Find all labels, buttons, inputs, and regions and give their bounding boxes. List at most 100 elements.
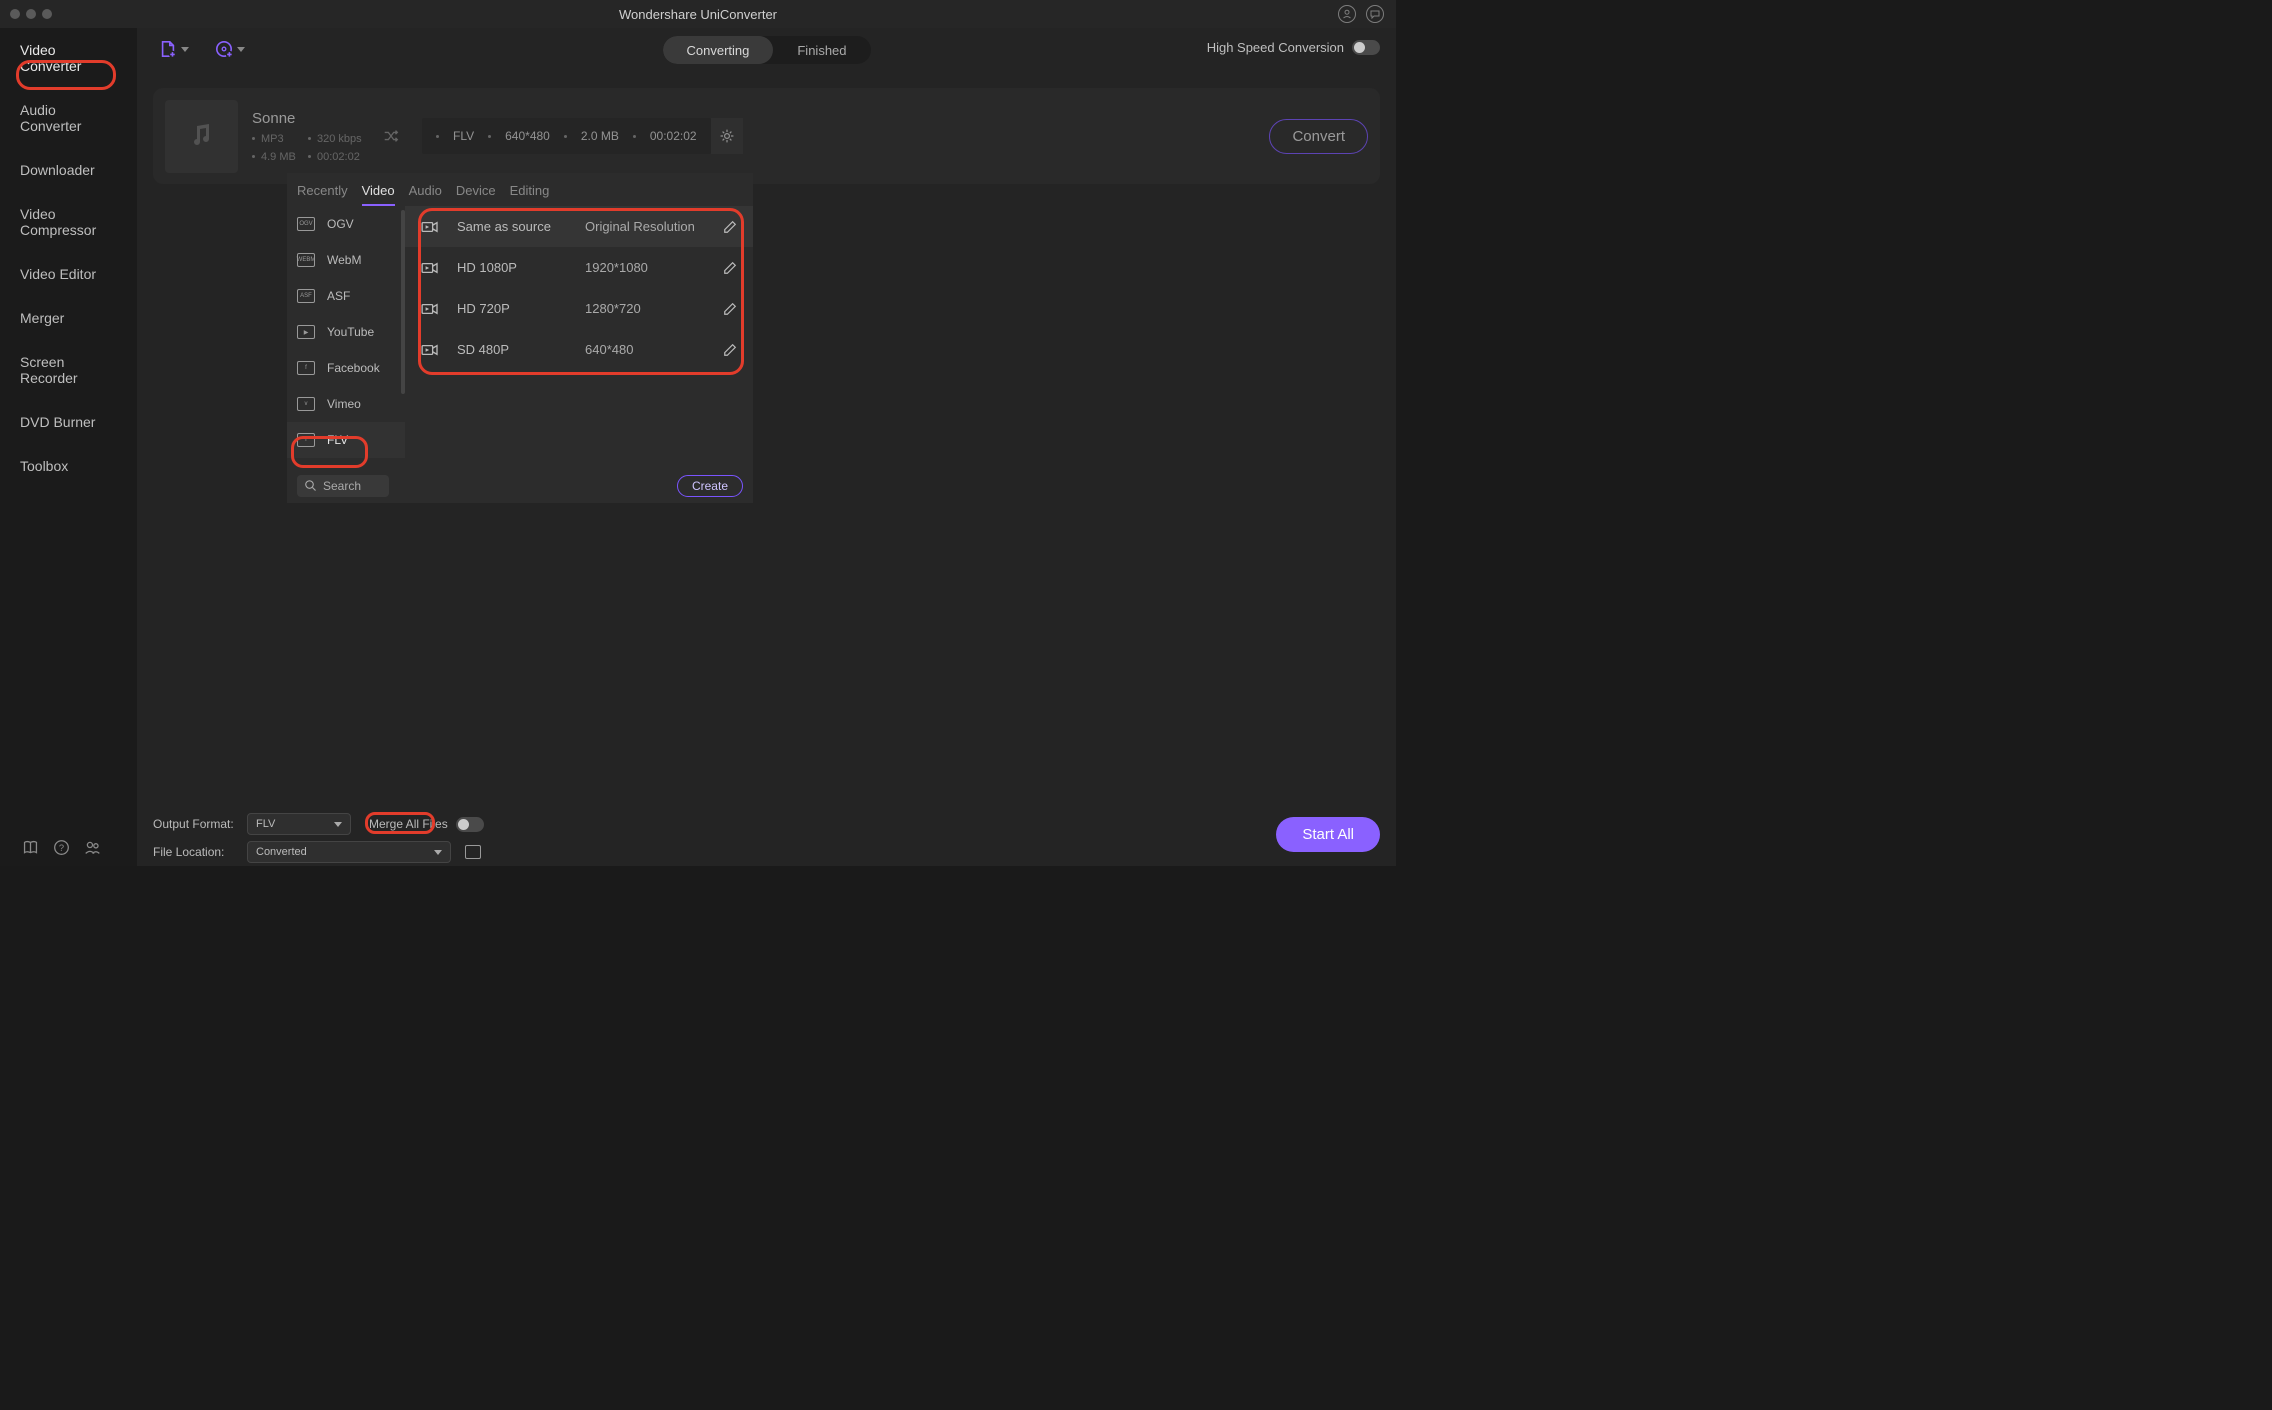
format-item-facebook[interactable]: fFacebook [287,350,405,386]
tab-converting[interactable]: Converting [662,36,773,64]
format-item-vimeo[interactable]: vVimeo [287,386,405,422]
convert-button[interactable]: Convert [1269,119,1368,154]
chevron-down-icon [334,822,342,827]
segment-tabs: Converting Finished [662,36,870,64]
help-icon[interactable]: ? [53,839,70,856]
window-traffic-lights [10,9,52,19]
book-icon[interactable] [22,839,39,856]
picker-tab-label: Recently [297,183,348,198]
picker-tab-video[interactable]: Video [362,179,395,206]
resolution-item-1080p[interactable]: HD 1080P 1920*1080 [405,247,753,288]
format-item-webm[interactable]: WEBM WebM [287,242,405,278]
format-list[interactable]: OGVOGV WEBM WebM ASFASF ▶YouTube fFaceboo… [287,206,405,469]
create-label: Create [692,479,728,493]
out-format: FLV [453,129,474,143]
media-card[interactable]: Sonne MP3 320 kbps 4.9 MB 00:02:02 FLV 6… [153,88,1380,184]
edit-icon[interactable] [723,220,737,234]
toggle-knob [1354,42,1365,53]
format-icon: ASF [297,289,315,303]
tab-finished[interactable]: Finished [773,36,870,64]
sidebar-item-label: Merger [20,310,64,326]
start-all-button[interactable]: Start All [1276,817,1380,852]
picker-tab-recently[interactable]: Recently [297,179,348,206]
sidebar-item-audio-converter[interactable]: Audio Converter [0,88,137,148]
format-picker-popup: Recently Video Audio Device Editing OGVO… [287,173,753,503]
sidebar-item-screen-recorder[interactable]: Screen Recorder [0,340,137,400]
picker-tab-audio[interactable]: Audio [409,179,442,206]
video-icon [421,220,439,234]
sidebar-bottom-icons: ? [0,839,137,856]
format-label: OGV [327,217,354,231]
create-button[interactable]: Create [677,475,743,497]
sidebar: Video Converter Audio Converter Download… [0,28,137,866]
video-icon [421,343,439,357]
format-item-flv[interactable]: fFLV [287,422,405,458]
media-title: Sonne [252,110,364,127]
sidebar-item-label: Audio Converter [20,102,81,134]
picker-tab-device[interactable]: Device [456,179,496,206]
sidebar-item-downloader[interactable]: Downloader [0,148,137,192]
edit-icon[interactable] [723,343,737,357]
output-summary-chip[interactable]: FLV 640*480 2.0 MB 00:02:02 [422,118,711,154]
src-format: MP3 [261,133,284,145]
high-speed-label: High Speed Conversion [1207,40,1344,55]
gear-icon [719,128,735,144]
src-bitrate: 320 kbps [317,133,362,145]
format-label: WebM [327,253,361,267]
traffic-close[interactable] [10,9,20,19]
media-meta-row-1: MP3 320 kbps [252,133,364,145]
chevron-down-icon [237,47,245,52]
output-format-row: Output Format: FLV Merge All Files [153,813,1380,835]
resolution-value: Original Resolution [585,219,705,234]
add-file-button[interactable] [153,36,195,62]
traffic-zoom[interactable] [42,9,52,19]
traffic-minimize[interactable] [26,9,36,19]
chevron-down-icon [434,850,442,855]
merge-toggle[interactable] [456,817,484,832]
people-icon[interactable] [84,839,101,856]
sidebar-item-video-editor[interactable]: Video Editor [0,252,137,296]
src-size: 4.9 MB [261,151,296,163]
picker-tab-label: Audio [409,183,442,198]
format-item-youtube[interactable]: ▶YouTube [287,314,405,350]
media-meta-row-2: 4.9 MB 00:02:02 [252,151,364,163]
format-item-asf[interactable]: ASFASF [287,278,405,314]
tab-label: Converting [686,43,749,58]
picker-tabs: Recently Video Audio Device Editing [287,173,753,206]
add-disc-button[interactable] [209,36,251,62]
edit-icon[interactable] [723,302,737,316]
high-speed-toggle[interactable] [1352,40,1380,55]
edit-icon[interactable] [723,261,737,275]
folder-open-icon[interactable] [465,845,481,859]
account-icon[interactable] [1338,5,1356,23]
resolution-item-720p[interactable]: HD 720P 1280*720 [405,288,753,329]
svg-text:?: ? [59,843,64,853]
file-add-icon [159,40,177,58]
format-label: Vimeo [327,397,361,411]
format-icon: f [297,361,315,375]
picker-tab-label: Device [456,183,496,198]
sidebar-item-merger[interactable]: Merger [0,296,137,340]
sidebar-item-dvd-burner[interactable]: DVD Burner [0,400,137,444]
output-format-label: Output Format: [153,817,239,831]
sidebar-item-video-compressor[interactable]: Video Compressor [0,192,137,252]
file-location-select[interactable]: Converted [247,841,451,863]
sidebar-item-toolbox[interactable]: Toolbox [0,444,137,488]
out-res: 640*480 [505,129,550,143]
settings-button[interactable] [711,118,743,154]
format-item-ogv[interactable]: OGVOGV [287,206,405,242]
resolution-item-480p[interactable]: SD 480P 640*480 [405,329,753,370]
search-icon [305,480,317,492]
output-format-select[interactable]: FLV [247,813,351,835]
search-input[interactable]: Search [297,475,389,497]
convert-label: Convert [1292,128,1345,145]
format-icon: WEBM [297,253,315,267]
resolution-item-same[interactable]: Same as source Original Resolution [405,206,753,247]
sidebar-item-label: Video Converter [20,42,81,74]
feedback-icon[interactable] [1366,5,1384,23]
picker-tab-label: Video [362,183,395,198]
music-note-icon [187,121,217,151]
picker-tab-editing[interactable]: Editing [510,179,550,206]
sidebar-item-video-converter[interactable]: Video Converter [0,28,137,88]
chevron-down-icon [181,47,189,52]
